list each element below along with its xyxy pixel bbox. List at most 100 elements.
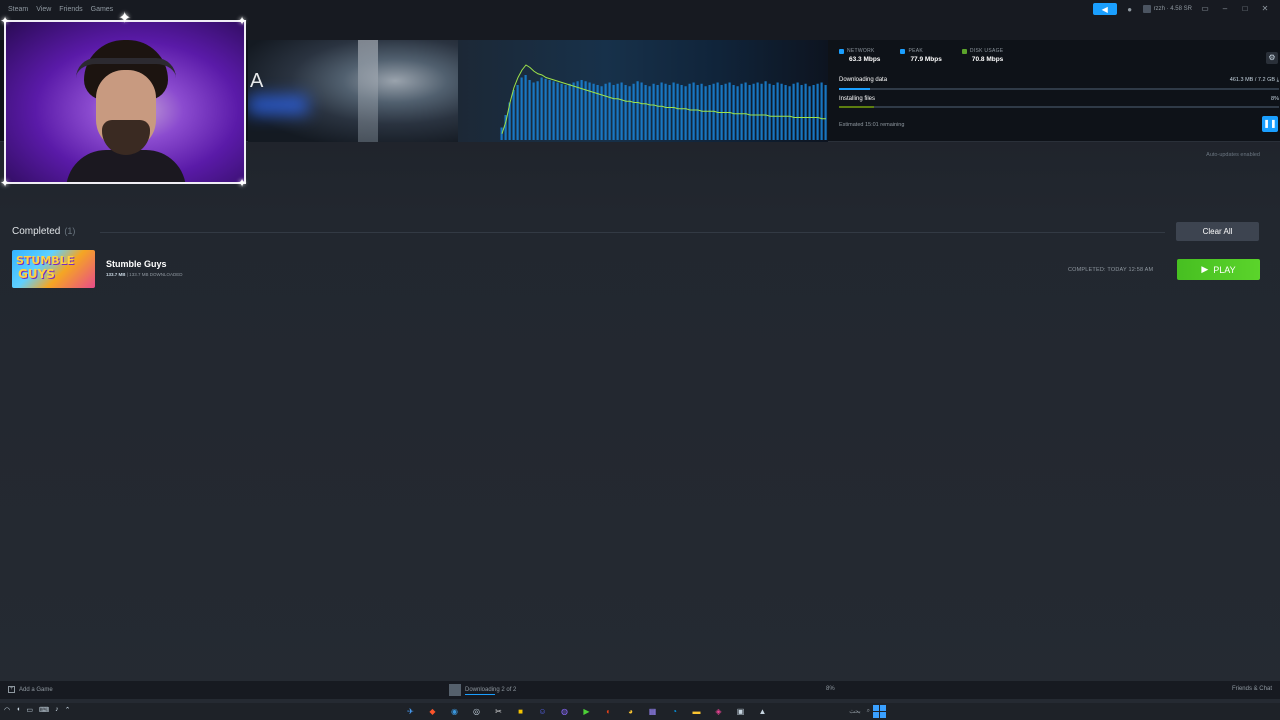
menu-steam[interactable]: Steam (8, 6, 28, 13)
network-bar (520, 77, 523, 140)
add-game-button[interactable]: + Add a Game (8, 686, 53, 693)
network-bar (556, 82, 559, 140)
big-picture-button[interactable]: ▭ (1198, 3, 1212, 15)
app-icon[interactable]: ▣ (732, 705, 749, 718)
game-size-main: 133.7 MB (106, 272, 126, 277)
download-progress: Downloading data 461.3 MB / 7.2 GB ⤓ Ins… (839, 77, 1279, 108)
network-bar (648, 86, 651, 140)
network-bar (636, 81, 639, 140)
network-bar (776, 82, 779, 140)
pause-button[interactable]: ❚❚ (1262, 116, 1278, 132)
taskbar-search[interactable]: بحث ⌕ (790, 705, 870, 718)
network-bar (560, 83, 563, 140)
pause-icon: ❚❚ (1263, 119, 1277, 128)
game-capsule-image[interactable]: STUMBLE GUYS (12, 250, 95, 288)
list-item[interactable]: STUMBLE GUYS Stumble Guys 133.7 MB | 133… (12, 250, 1268, 290)
telegram-icon[interactable]: ✈ (402, 705, 419, 718)
chevron-up-icon[interactable]: ⌃ (65, 706, 71, 714)
app-icon[interactable]: ■ (512, 705, 529, 718)
edge-icon[interactable]: ◔ (666, 705, 683, 718)
network-bar (632, 83, 635, 140)
network-bar (568, 83, 571, 140)
network-bar (656, 85, 659, 140)
network-bar (652, 83, 655, 140)
app-icon[interactable]: ◈ (710, 705, 727, 718)
webcam-overlay (4, 20, 246, 184)
network-bar (672, 82, 675, 140)
network-bar (788, 86, 791, 140)
network-bar (768, 83, 771, 140)
obs-icon[interactable]: ◍ (556, 705, 573, 718)
folder-icon[interactable]: ▬ (688, 705, 705, 718)
app-icon[interactable]: ◉ (446, 705, 463, 718)
downloads-status-button[interactable]: Downloading 2 of 2 (449, 684, 516, 696)
mini-progress-bar (465, 694, 495, 695)
friends-chat-button[interactable]: Friends & Chat (1232, 686, 1272, 692)
battery-icon[interactable]: ▭ (26, 706, 33, 714)
taskbar-apps: ✈ ◆ ◉ ◎ ✂ ■ ☺ ◍ ▶ ◐ ◕ ▦ ◔ ▬ ◈ ▣ ▲ (402, 705, 771, 718)
download-settings-button[interactable]: ⚙ (1266, 52, 1278, 64)
capcut-icon[interactable]: ✂ (490, 705, 507, 718)
completed-title: Completed (12, 226, 61, 237)
network-bar (780, 83, 783, 140)
app-icon[interactable]: ◐ (600, 705, 617, 718)
menu-games[interactable]: Games (91, 6, 114, 13)
network-bar (708, 85, 711, 140)
plus-icon: + (8, 686, 15, 693)
brave-icon[interactable]: ◆ (424, 705, 441, 718)
windows-logo-tile (873, 712, 879, 718)
download-thumbnail (449, 684, 461, 696)
wifi-icon[interactable]: ◠ (4, 706, 10, 714)
streamer-shirt (66, 150, 186, 182)
network-bar (604, 83, 607, 140)
completed-header: Completed (1) (12, 226, 75, 237)
start-button[interactable] (873, 705, 886, 718)
installing-row: Installing files 8% (839, 96, 1279, 102)
keyboard-icon[interactable]: ⌨ (39, 706, 49, 714)
broadcast-button[interactable]: ◀ (1092, 3, 1117, 15)
clear-all-button[interactable]: Clear All (1176, 222, 1259, 241)
app-icon[interactable]: ▲ (754, 705, 771, 718)
user-menu[interactable]: rzzh · 4.58 SR (1142, 5, 1192, 13)
discord-icon[interactable]: ☺ (534, 705, 551, 718)
stat-peak: PEAK 77.9 Mbps (900, 48, 942, 63)
chrome-icon[interactable]: ◕ (622, 705, 639, 718)
notifications-button[interactable]: ● (1123, 3, 1137, 15)
play-store-icon[interactable]: ▶ (578, 705, 595, 718)
volume-icon[interactable]: ◖ (16, 706, 20, 714)
menu-friends[interactable]: Friends (59, 6, 82, 13)
steam-icon[interactable]: ◎ (468, 705, 485, 718)
network-bar (696, 85, 699, 140)
megaphone-icon: ◀ (1101, 4, 1108, 14)
status-bar: + Add a Game Downloading 2 of 2 8% Frien… (0, 681, 1280, 699)
network-bar (824, 85, 827, 140)
game-size: 133.7 MB | 133.7 MB DOWNLOADED (106, 272, 182, 277)
minimize-button[interactable]: – (1218, 3, 1232, 15)
capsule-logo-line1: STUMBLE (16, 254, 75, 267)
network-bar (524, 75, 527, 140)
app-icon[interactable]: ▦ (644, 705, 661, 718)
avatar (1142, 5, 1151, 13)
network-legend-icon (839, 48, 844, 54)
sparkle-icon: ✦ (237, 176, 248, 190)
network-bar (536, 81, 539, 140)
network-bar (576, 81, 579, 140)
title-bar-right: ◀ ● rzzh · 4.58 SR ▭ – □ ✕ (1092, 3, 1280, 15)
close-button[interactable]: ✕ (1258, 3, 1272, 15)
network-bar (552, 81, 555, 140)
hero-glow (248, 95, 308, 115)
network-bar (548, 80, 551, 140)
menu-bar: Steam View Friends Games (0, 6, 113, 13)
network-bar (772, 85, 775, 140)
maximize-button[interactable]: □ (1238, 3, 1252, 15)
network-bar (528, 80, 531, 140)
play-button[interactable]: ▶ PLAY (1177, 259, 1260, 280)
system-tray: ◠ ◖ ▭ ⌨ ♪ ⌃ (4, 706, 70, 714)
mic-icon[interactable]: ♪ (55, 706, 59, 714)
game-name[interactable]: Stumble Guys (106, 259, 167, 269)
section-divider (100, 232, 1165, 233)
maximize-icon: □ (1242, 4, 1248, 13)
network-bar (676, 83, 679, 140)
network-bar (764, 81, 767, 140)
menu-view[interactable]: View (36, 6, 51, 13)
